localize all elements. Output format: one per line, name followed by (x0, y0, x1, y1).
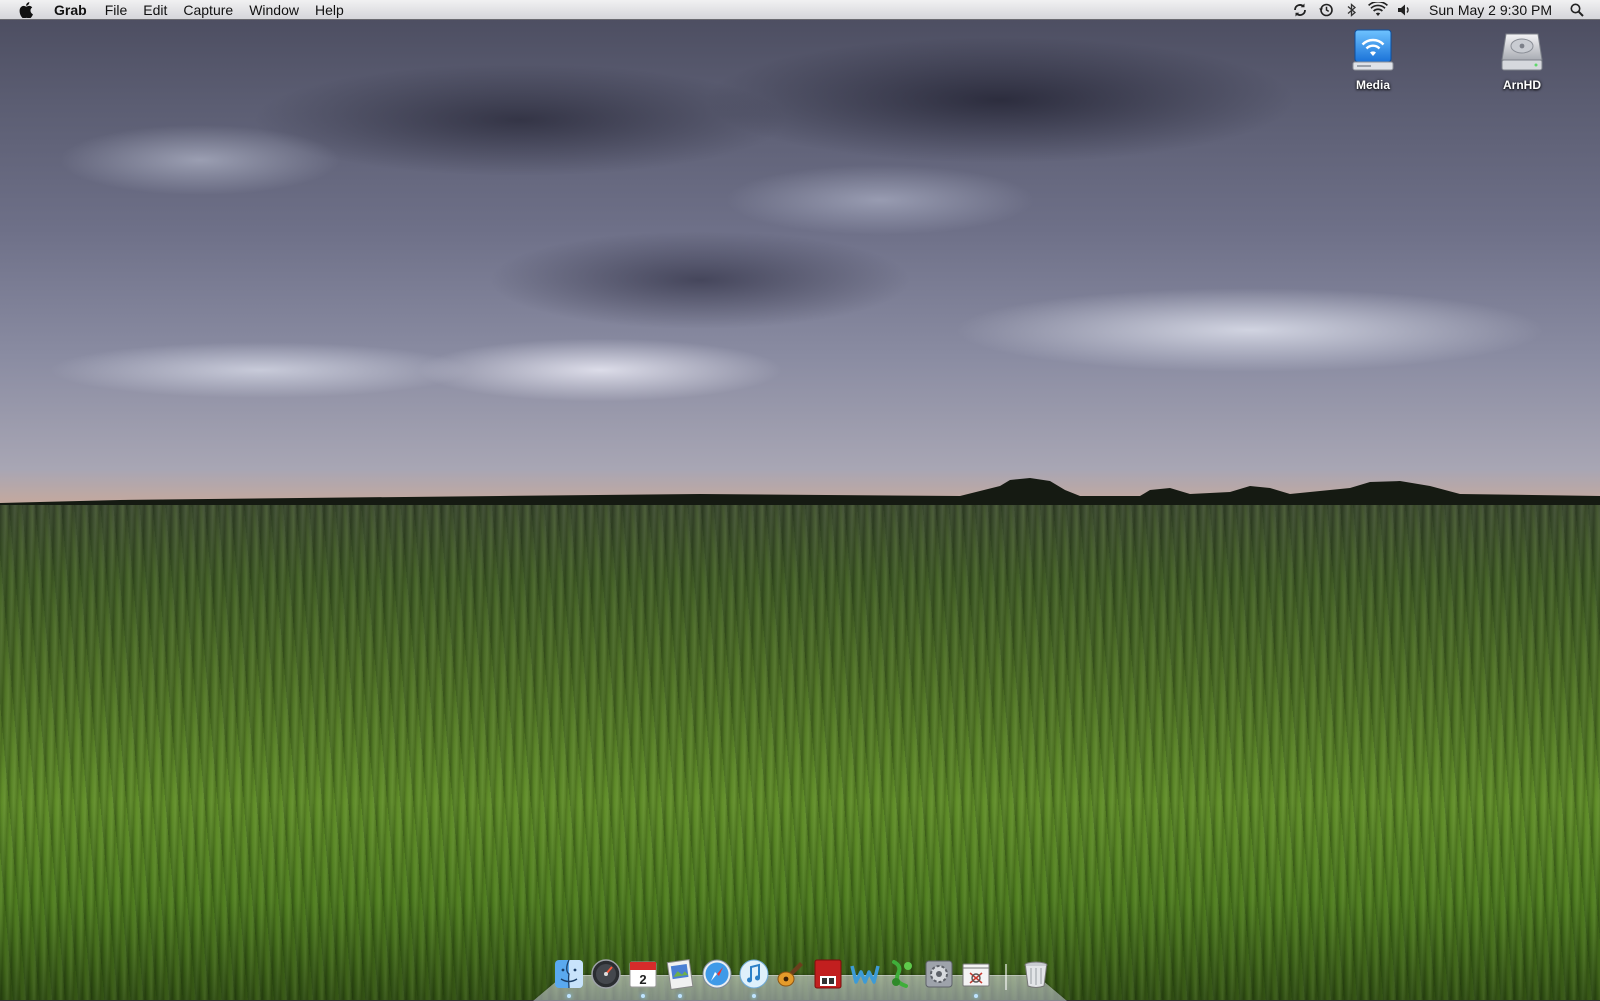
bluetooth-icon[interactable] (1341, 0, 1363, 20)
automator-icon[interactable] (886, 958, 918, 990)
menu-capture[interactable]: Capture (183, 0, 233, 20)
running-indicator (567, 994, 571, 998)
textwrangler-icon[interactable] (849, 958, 881, 990)
preview-icon[interactable] (664, 958, 696, 998)
running-indicator (752, 994, 756, 998)
trash-icon[interactable] (1020, 958, 1052, 990)
dashboard-icon[interactable] (590, 958, 622, 990)
menu-edit[interactable]: Edit (143, 0, 167, 20)
spotlight-search-icon[interactable] (1566, 0, 1588, 20)
menu-help[interactable]: Help (315, 0, 344, 20)
menu-bar: Grab File Edit Capture Window Help Sun M… (0, 0, 1600, 20)
desktop-icon-label: Media (1355, 78, 1390, 92)
dock: 2 (553, 950, 1052, 998)
itunes-icon[interactable] (738, 958, 770, 998)
network-drive-icon (1349, 26, 1397, 74)
ical-date-text: 2 (639, 972, 646, 987)
wifi-icon[interactable] (1367, 0, 1389, 20)
ical-icon[interactable]: 2 (627, 958, 659, 998)
photo-booth-icon[interactable] (812, 958, 844, 990)
time-machine-icon[interactable] (1315, 0, 1337, 20)
sync-icon[interactable] (1289, 0, 1311, 20)
menu-clock[interactable]: Sun May 2 9:30 PM (1429, 2, 1552, 18)
volume-icon[interactable] (1393, 0, 1415, 20)
hard-disk-icon (1498, 26, 1546, 74)
desktop-icon-label: ArnHD (1503, 78, 1541, 92)
wallpaper-wheat-field (0, 505, 1600, 1000)
menu-extras: Sun May 2 9:30 PM (1289, 0, 1600, 20)
desktop-icon-media[interactable]: Media (1333, 26, 1413, 92)
dock-separator (1005, 964, 1007, 990)
garageband-icon[interactable] (775, 958, 807, 990)
system-preferences-icon[interactable] (923, 958, 955, 990)
menu-app-grab[interactable]: Grab (54, 0, 87, 20)
safari-icon[interactable] (701, 958, 733, 990)
grab-icon[interactable] (960, 958, 992, 998)
finder-icon[interactable] (553, 958, 585, 998)
running-indicator (678, 994, 682, 998)
desktop-wallpaper (0, 0, 1600, 1000)
desktop-icon-arnhd[interactable]: ArnHD (1482, 26, 1562, 92)
apple-icon[interactable] (18, 1, 34, 18)
running-indicator (641, 994, 645, 998)
menu-file[interactable]: File (105, 0, 128, 20)
running-indicator (974, 994, 978, 998)
menu-window[interactable]: Window (249, 0, 299, 20)
